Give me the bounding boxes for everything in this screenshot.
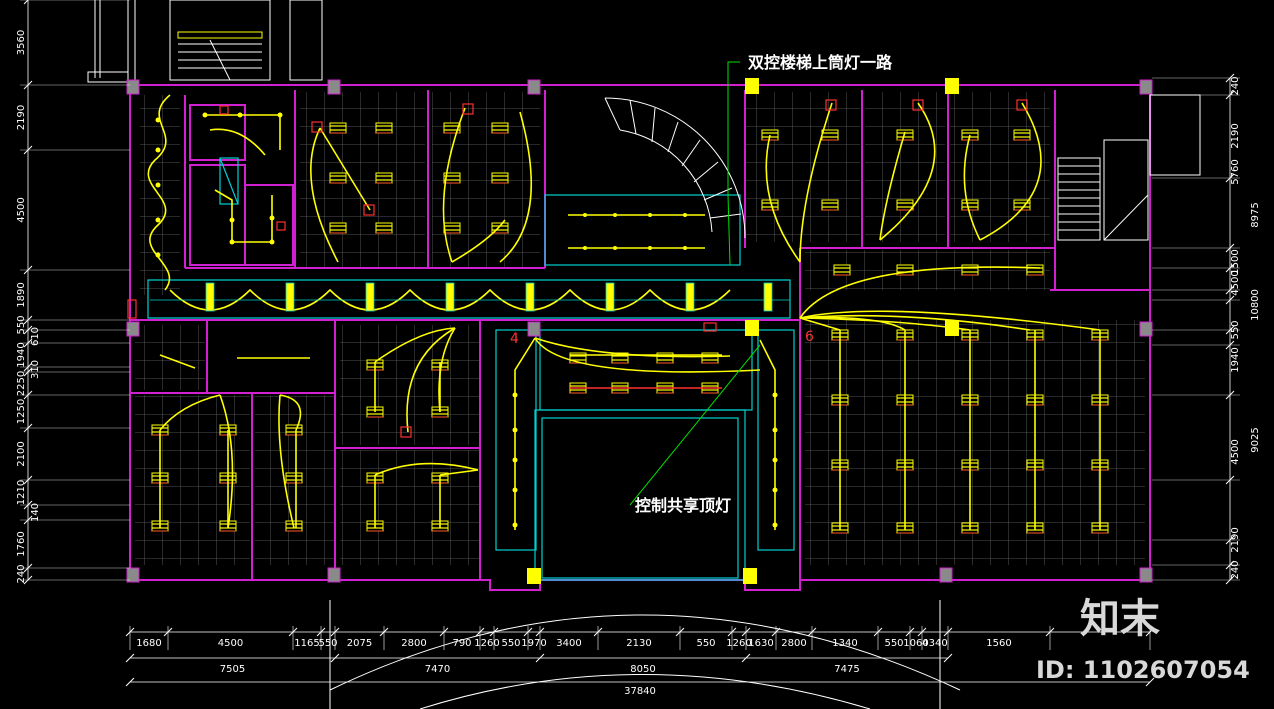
dim-left: 550 — [16, 315, 27, 334]
dim-bottom-1: 550 — [884, 638, 903, 649]
linear-fixture — [375, 122, 393, 134]
circuit-marker-6: 6 — [805, 329, 814, 345]
dim-bottom-2: 7470 — [425, 664, 450, 675]
linear-fixture — [329, 172, 347, 184]
dim-left: 2250 — [16, 371, 27, 396]
dim-right: 8975 — [1250, 202, 1261, 227]
dim-bottom-1: 2130 — [626, 638, 651, 649]
dim-left: 1250 — [16, 399, 27, 424]
linear-fixture — [961, 199, 979, 211]
dim-bottom-1: 4340 — [922, 638, 947, 649]
dim-bottom-total: 37840 — [624, 686, 656, 697]
dim-right: 5760 — [1230, 159, 1241, 184]
dim-right: 550 — [1230, 320, 1241, 339]
linear-fixture — [896, 199, 914, 211]
dim-bottom-1: 1260 — [474, 638, 499, 649]
dim-right: 240 — [1230, 560, 1241, 579]
linear-fixture — [1026, 264, 1044, 276]
dim-bottom-1: 550 — [501, 638, 520, 649]
linear-fixture — [285, 424, 303, 436]
dim-right: 9025 — [1250, 427, 1261, 452]
linear-fixture — [833, 264, 851, 276]
linear-fixture — [329, 122, 347, 134]
dim-right: 2190 — [1230, 527, 1241, 552]
corridor-downlights — [205, 282, 773, 312]
linear-fixture — [285, 472, 303, 484]
dim-bottom-2: 7475 — [834, 664, 859, 675]
dim-bottom-2: 8050 — [630, 664, 655, 675]
linear-fixture — [375, 222, 393, 234]
right-stair — [1057, 94, 1201, 241]
dim-left: 2190 — [16, 105, 27, 130]
stair-lighting-note: 双控楼梯上筒灯一路 — [748, 53, 893, 72]
linear-fixture — [491, 122, 509, 134]
dim-right: 4500 — [1230, 439, 1241, 464]
dim-bottom-1: 550 — [696, 638, 715, 649]
linear-fixture — [1013, 129, 1031, 141]
linear-fixture — [375, 172, 393, 184]
dim-bottom-1: 1970 — [521, 638, 546, 649]
spiral-stair — [604, 97, 746, 239]
linear-fixture — [443, 222, 461, 234]
dim-bottom-1: 1165 — [294, 638, 319, 649]
dim-bottom-1: 2075 — [347, 638, 372, 649]
dim-right: 4500 — [1230, 270, 1241, 295]
circuit-marker-4: 4 — [510, 331, 519, 347]
dim-right: 240 — [1230, 76, 1241, 95]
dim-left: 4500 — [16, 197, 27, 222]
dim-right: 2190 — [1230, 123, 1241, 148]
watermark-id: ID: 1102607054 — [1036, 656, 1250, 684]
dim-bottom-1: 2800 — [401, 638, 426, 649]
atrium-lighting-note: 控制共享顶灯 — [635, 496, 731, 515]
dim-left: 1890 — [16, 282, 27, 307]
dim-left: 1940 — [16, 342, 27, 367]
dim-left: 240 — [16, 564, 27, 583]
linear-fixture — [821, 199, 839, 211]
leader-lines — [629, 61, 761, 506]
linear-fixture — [896, 129, 914, 141]
watermark-brand: 知末 — [1080, 596, 1160, 642]
dim-left: 1760 — [16, 531, 27, 556]
dim-bottom-1: 550 — [318, 638, 337, 649]
dim-left: 1210 — [16, 480, 27, 505]
dim-right: 10800 — [1250, 289, 1261, 321]
dim-bottom-1: 4500 — [218, 638, 243, 649]
dim-bottom-2: 7505 — [220, 664, 245, 675]
linear-fixture — [821, 129, 839, 141]
dim-bottom-1: 1680 — [136, 638, 161, 649]
dim-bottom-1: 2800 — [781, 638, 806, 649]
dim-left: 3560 — [16, 30, 27, 55]
top-stair-area — [87, 0, 323, 83]
dim-left: 310 — [30, 360, 41, 379]
dim-left: 610 — [30, 327, 41, 346]
dim-bottom-1: 1630 — [748, 638, 773, 649]
dim-bottom-1: 3400 — [556, 638, 581, 649]
cad-lighting-plan: 双控楼梯上筒灯一路 控制共享顶灯 4 6 1680 4500 1165550 2075… — [16, 0, 1261, 709]
linear-fixture — [491, 172, 509, 184]
linear-fixture — [329, 222, 347, 234]
dim-bottom-1: 1560 — [986, 638, 1011, 649]
dim-left: 140 — [30, 503, 41, 522]
dim-left: 2100 — [16, 441, 27, 466]
dim-right: 1940 — [1230, 347, 1241, 372]
